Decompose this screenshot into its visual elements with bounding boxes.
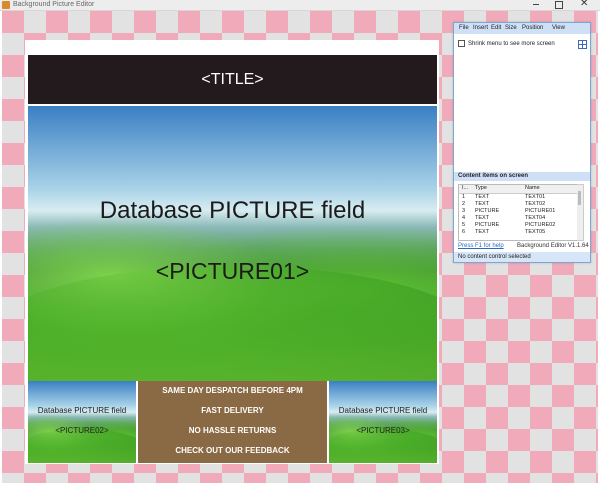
row-name: PICTURE01 [525, 208, 556, 214]
table-row[interactable]: 4 TEXT TEXT04 [459, 215, 578, 222]
table-row[interactable]: 1 TEXT TEXT01 [459, 194, 578, 201]
menu-size[interactable]: Size [505, 25, 517, 31]
title-placeholder: <TITLE> [201, 70, 264, 88]
column-header-index[interactable]: I... [462, 185, 468, 192]
menu-edit[interactable]: Edit [491, 25, 501, 31]
close-icon[interactable]: ✕ [580, 0, 588, 9]
promo-line: SAME DAY DESPATCH BEFORE 4PM [162, 386, 303, 395]
promo-line: FAST DELIVERY [201, 406, 264, 415]
row-type: TEXT [475, 201, 490, 207]
row-index: 6 [462, 229, 466, 235]
row-index: 4 [462, 215, 466, 221]
shrink-checkbox[interactable] [458, 40, 465, 47]
table-row[interactable]: 6 TEXT TEXT05 [459, 229, 578, 236]
row-name: TEXT04 [525, 215, 546, 221]
panel-menubar: File Insert Edit Size Position View [454, 23, 590, 34]
row-type: PICTURE [475, 208, 500, 214]
window-title: Background Picture Editor [13, 1, 95, 8]
right-picture-item[interactable]: Database PICTURE field <PICTURE03> [329, 381, 437, 463]
row-type: PICTURE [475, 222, 500, 228]
content-items-table[interactable]: I... Type Name 1 TEXT TEXT01 2 TEXT TEXT… [458, 184, 579, 241]
table-row[interactable]: 5 PICTURE PICTURE02 [459, 222, 578, 229]
row-index: 1 [462, 194, 466, 200]
shrink-option[interactable]: Shrink menu to see more screen [458, 40, 555, 47]
column-header-type[interactable]: Type [475, 185, 487, 192]
maximize-icon[interactable] [555, 1, 563, 9]
grid-icon[interactable] [578, 40, 587, 49]
row-type: TEXT [475, 215, 490, 221]
status-bar: No content control selected [454, 252, 590, 262]
menu-position[interactable]: Position [522, 25, 543, 31]
row-index: 5 [462, 222, 466, 228]
table-row[interactable]: 2 TEXT TEXT02 [459, 201, 578, 208]
row-name: PICTURE02 [525, 222, 556, 228]
row-index: 3 [462, 208, 466, 214]
table-header: I... Type Name [459, 185, 578, 194]
help-link[interactable]: Press F1 for help [458, 243, 504, 249]
row-type: TEXT [475, 194, 490, 200]
promo-line: CHECK OUT OUR FEEDBACK [175, 446, 290, 455]
left-picture-caption: Database PICTURE field [37, 406, 127, 415]
minimize-icon[interactable] [533, 4, 539, 5]
table-row[interactable]: 3 PICTURE PICTURE01 [459, 208, 578, 215]
table-scrollbar[interactable] [577, 184, 584, 241]
shrink-label: Shrink menu to see more screen [468, 40, 555, 47]
scrollbar-thumb[interactable] [578, 191, 581, 205]
row-name: TEXT02 [525, 201, 546, 207]
menu-view[interactable]: View [552, 25, 565, 31]
main-picture-item[interactable]: Database PICTURE field <PICTURE01> [28, 106, 437, 381]
column-header-name[interactable]: Name [525, 185, 540, 192]
title-text-item[interactable]: <TITLE> [28, 55, 437, 104]
menu-insert[interactable]: Insert [473, 25, 488, 31]
promo-text-item[interactable]: SAME DAY DESPATCH BEFORE 4PM FAST DELIVE… [138, 381, 327, 463]
row-type: TEXT [475, 229, 490, 235]
left-picture-item[interactable]: Database PICTURE field <PICTURE02> [28, 381, 136, 463]
version-label: Background Editor V1.1.64 [517, 243, 589, 249]
right-picture-field: <PICTURE03> [356, 426, 410, 435]
row-name: TEXT05 [525, 229, 546, 235]
app-icon [2, 1, 10, 9]
menu-file[interactable]: File [459, 25, 469, 31]
editor-panel: File Insert Edit Size Position View Shri… [453, 22, 591, 263]
content-items-heading: Content items on screen [454, 172, 590, 181]
window-titlebar: Background Picture Editor ✕ [0, 0, 600, 11]
right-picture-caption: Database PICTURE field [338, 406, 428, 415]
left-picture-field: <PICTURE02> [55, 426, 109, 435]
row-name: TEXT01 [525, 194, 546, 200]
promo-line: NO HASSLE RETURNS [188, 426, 277, 435]
row-index: 2 [462, 201, 466, 207]
main-picture-field: <PICTURE01> [155, 258, 310, 284]
main-picture-caption: Database PICTURE field [99, 197, 366, 224]
